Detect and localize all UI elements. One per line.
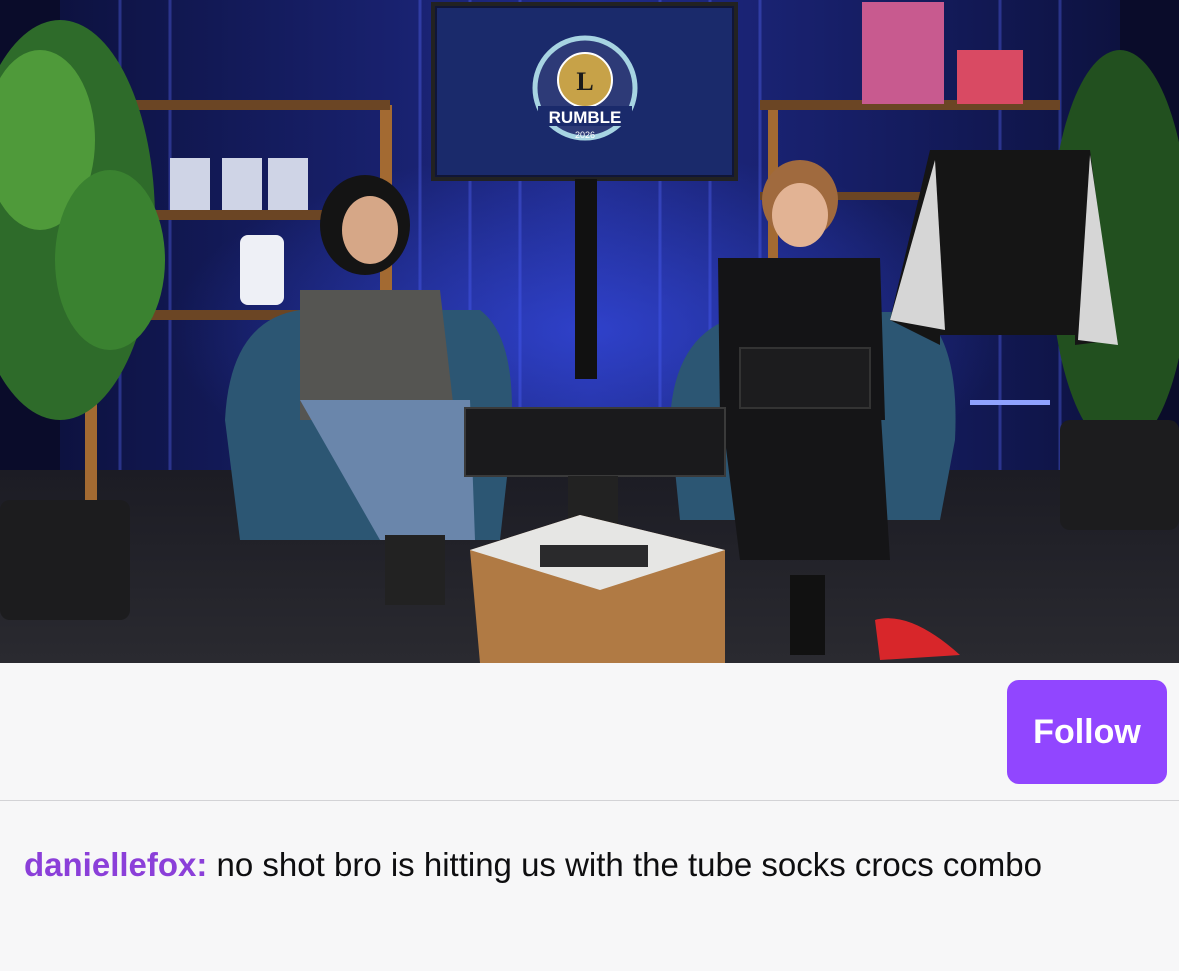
screen-logo-text: RUMBLE: [549, 108, 622, 127]
chat-message: daniellefox: no shot bro is hitting us w…: [0, 802, 1179, 971]
follow-button[interactable]: Follow: [1007, 680, 1167, 784]
action-bar: Follow: [0, 663, 1179, 801]
chat-message-text: no shot bro is hitting us with the tube …: [207, 846, 1042, 883]
stream-video-frame: L RUMBLE 2026: [0, 0, 1179, 663]
screen-logo-year: 2026: [575, 130, 595, 140]
chat-username[interactable]: daniellefox:: [24, 846, 207, 883]
stream-video-player[interactable]: L RUMBLE 2026: [0, 0, 1179, 663]
svg-text:L: L: [576, 67, 593, 96]
